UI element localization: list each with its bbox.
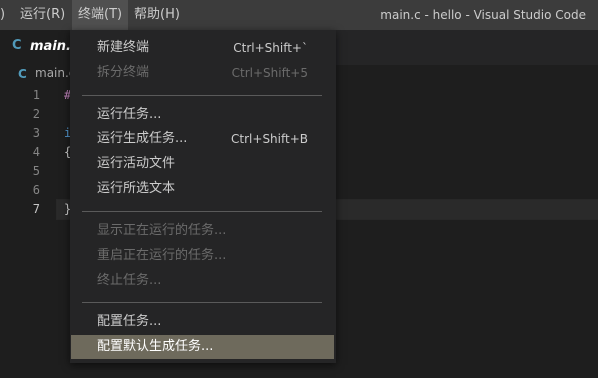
menu-terminal[interactable]: 终端(T) <box>72 0 129 30</box>
line-number: 1 <box>32 88 40 102</box>
menu-item-label: 拆分终端 <box>97 65 150 80</box>
menu-item-new-terminal[interactable]: 新建终端 Ctrl+Shift+` <box>70 36 336 60</box>
menu-item-shortcut: Ctrl+Shift+` <box>233 41 308 55</box>
menu-separator <box>82 302 322 303</box>
menu-item-label: 运行活动文件 <box>97 156 176 171</box>
line-number: 2 <box>32 107 40 121</box>
line-number-current: 7 <box>32 202 40 216</box>
line-number: 4 <box>32 145 40 159</box>
menu-item-label: 运行任务... <box>97 107 162 122</box>
c-file-icon: C <box>18 67 27 81</box>
menu-item-label: 配置默认生成任务... <box>97 339 214 354</box>
menu-item-split-terminal[interactable]: 拆分终端 Ctrl+Shift+5 <box>70 61 336 85</box>
menu-separator <box>82 211 322 212</box>
menu-item-configure-tasks[interactable]: 配置任务... <box>70 310 336 334</box>
terminal-menu-dropdown: 新建终端 Ctrl+Shift+` 拆分终端 Ctrl+Shift+5 运行任务… <box>70 30 336 363</box>
menu-item-configure-default-build-task[interactable]: 配置默认生成任务... <box>71 335 334 359</box>
menu-item-restart-running-task[interactable]: 重启正在运行的任务... <box>70 244 336 268</box>
menu-item-shortcut: Ctrl+Shift+5 <box>231 66 308 80</box>
menu-item-run-build-task[interactable]: 运行生成任务... Ctrl+Shift+B <box>70 127 336 151</box>
menu-item-selection-clipped[interactable]: ) <box>0 0 9 30</box>
menu-item-label: 配置任务... <box>97 314 162 329</box>
menu-item-label: 新建终端 <box>97 40 150 55</box>
menu-item-shortcut: Ctrl+Shift+B <box>231 132 308 146</box>
menu-item-label: 运行生成任务... <box>97 131 188 146</box>
menu-item-label: 显示正在运行的任务... <box>97 223 227 238</box>
menu-item-show-running-tasks[interactable]: 显示正在运行的任务... <box>70 219 336 243</box>
title-bar: ) 运行(R) 终端(T) 帮助(H) main.c - hello - Vis… <box>0 0 598 30</box>
menu-item-terminate-task[interactable]: 终止任务... <box>70 269 336 293</box>
menu-item-run-active-file[interactable]: 运行活动文件 <box>70 152 336 176</box>
window-title: main.c - hello - Visual Studio Code <box>380 8 586 22</box>
line-number: 6 <box>32 183 40 197</box>
menu-separator <box>82 95 322 96</box>
menu-help[interactable]: 帮助(H) <box>128 0 186 30</box>
c-language-icon: C <box>12 38 22 53</box>
menu-item-run-task[interactable]: 运行任务... <box>70 103 336 127</box>
menu-item-label: 终止任务... <box>97 273 162 288</box>
line-number: 3 <box>32 126 40 140</box>
menu-item-label: 重启正在运行的任务... <box>97 248 227 263</box>
menu-item-label: 运行所选文本 <box>97 181 176 196</box>
menu-item-run-selected-text[interactable]: 运行所选文本 <box>70 177 336 201</box>
menu-run[interactable]: 运行(R) <box>14 0 71 30</box>
line-number: 5 <box>32 164 40 178</box>
